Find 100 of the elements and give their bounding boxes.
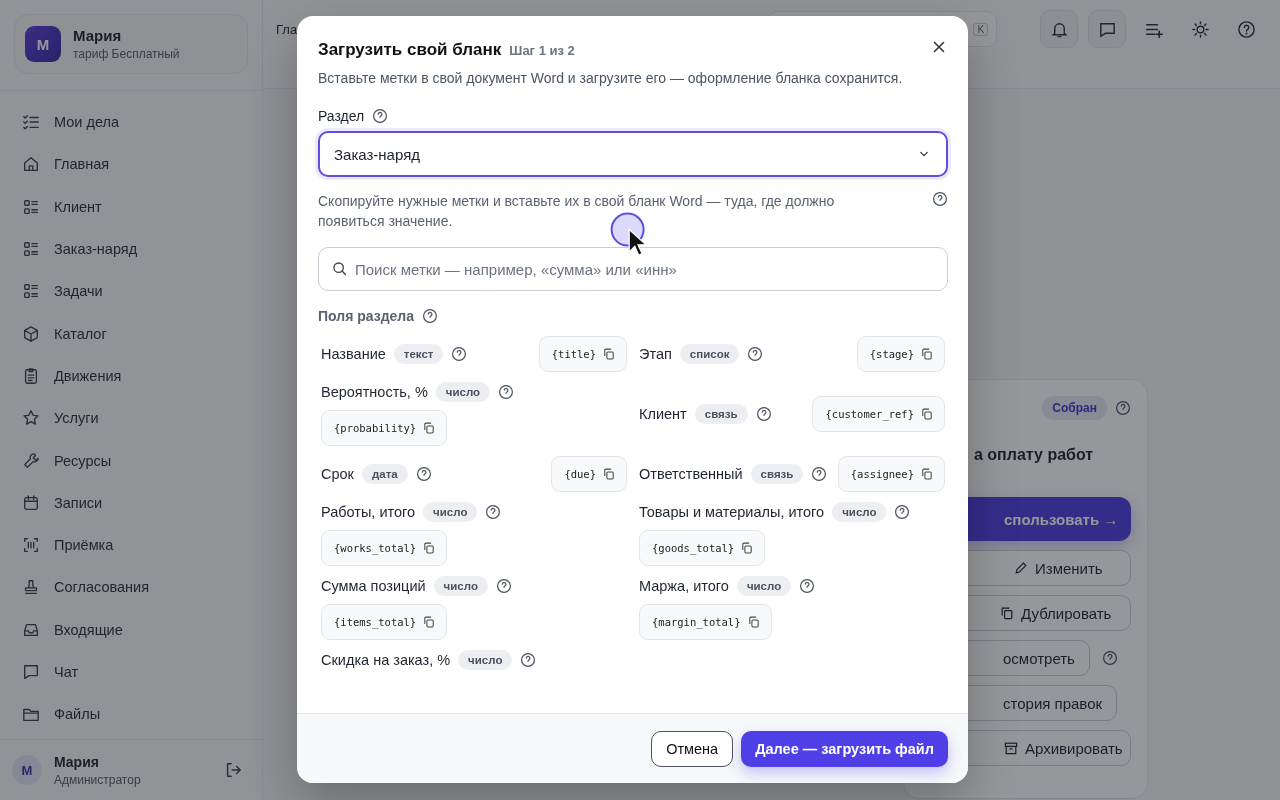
- help-icon[interactable]: [520, 652, 537, 668]
- section-select[interactable]: Заказ-наряд: [318, 131, 948, 177]
- help-icon[interactable]: [415, 466, 432, 482]
- sidebar-item[interactable]: Заказ-наряд: [0, 227, 262, 271]
- sidebar-item[interactable]: Чат: [0, 650, 262, 694]
- field-name: Ответственный: [639, 466, 743, 482]
- copy-icon: [602, 347, 616, 361]
- field-name: Работы, итого: [321, 504, 416, 520]
- breadcrumb[interactable]: Гла: [276, 21, 298, 37]
- copy-icon: [422, 421, 437, 435]
- sidebar-item[interactable]: Движения: [0, 354, 262, 398]
- sidebar-item[interactable]: Записи: [0, 481, 262, 524]
- stamp-icon: [22, 578, 40, 597]
- grid-icon: [22, 282, 40, 301]
- wrench-icon: [22, 451, 40, 470]
- box-icon: [22, 324, 40, 343]
- help-icon[interactable]: [485, 504, 502, 520]
- tag-chip[interactable]: {works_total}: [321, 530, 448, 566]
- tag-chip[interactable]: {customer_ref}: [812, 396, 945, 432]
- type-badge: связь: [750, 464, 804, 484]
- field-name: Скидка на заказ, %: [321, 652, 451, 668]
- hint-text: Скопируйте нужные метки и вставьте их в свой бланк Word — туда, где должно появиться значение.: [318, 192, 836, 231]
- tag-chip[interactable]: {margin_total}: [639, 604, 772, 640]
- sidebar-item[interactable]: Входящие: [0, 608, 262, 651]
- bell-icon[interactable]: [1040, 10, 1078, 48]
- section-heading: Поля раздела: [318, 308, 415, 324]
- chat-icon[interactable]: [1088, 10, 1126, 48]
- pencil-icon: [1013, 560, 1029, 576]
- profile-name: Мария: [73, 27, 123, 44]
- help-icon[interactable]: [451, 346, 468, 362]
- archive-icon: [1003, 740, 1019, 756]
- scan-icon: [22, 536, 40, 555]
- help-icon[interactable]: [498, 384, 515, 400]
- help-icon[interactable]: [799, 578, 816, 594]
- tag-chip[interactable]: {title}: [538, 336, 627, 372]
- search-field[interactable]: Поиск метки — например, «сумма» или «инн»: [318, 247, 948, 291]
- tag-chip[interactable]: {goods_total}: [639, 530, 766, 566]
- type-badge: число: [832, 502, 887, 522]
- sidebar-item[interactable]: Приёмка: [0, 523, 262, 567]
- type-badge: число: [435, 382, 491, 402]
- help-icon[interactable]: [422, 308, 439, 324]
- star-icon: [22, 409, 40, 428]
- tag-chip[interactable]: {due}: [551, 456, 627, 492]
- copy-icon: [422, 541, 437, 555]
- sidebar-item[interactable]: Ресурсы: [0, 439, 262, 482]
- copy-icon: [746, 615, 761, 629]
- home-icon: [22, 155, 40, 174]
- field-name: Товары и материалы, итого: [639, 504, 825, 520]
- copy-icon: [422, 615, 437, 629]
- step-label: Шаг 1 из 2: [509, 43, 575, 58]
- search-icon: [331, 260, 348, 277]
- avatar: М: [25, 26, 61, 62]
- type-badge: дата: [361, 464, 408, 484]
- help-icon[interactable]: [932, 191, 948, 207]
- field-name: Вероятность, %: [321, 384, 428, 400]
- type-badge: текст: [393, 344, 444, 364]
- sidebar-item[interactable]: Клиент: [0, 185, 262, 228]
- next-button[interactable]: Далее — загрузить файл: [741, 730, 948, 767]
- tag-chip[interactable]: {probability}: [321, 410, 448, 446]
- help-icon[interactable]: [1115, 400, 1131, 416]
- tag-chip[interactable]: {stage}: [856, 336, 945, 372]
- sidebar-item[interactable]: Главная: [0, 143, 262, 186]
- type-badge: число: [458, 650, 513, 670]
- sidebar-item[interactable]: Услуги: [0, 397, 262, 440]
- copy-icon: [602, 467, 616, 481]
- sidebar-item[interactable]: Мои дела: [0, 101, 262, 144]
- card-title: а оплату работ: [974, 446, 1094, 464]
- field-name: Маржа, итого: [639, 578, 729, 594]
- tag-chip[interactable]: {items_total}: [321, 604, 448, 640]
- tag-chip[interactable]: {assignee}: [837, 456, 945, 492]
- copy-icon: [920, 347, 934, 361]
- help-icon[interactable]: [495, 578, 512, 594]
- type-badge: связь: [694, 404, 748, 424]
- sidebar-item[interactable]: Задачи: [0, 270, 262, 313]
- type-badge: число: [736, 576, 792, 596]
- copy-icon: [740, 541, 755, 555]
- logout-icon[interactable]: [224, 761, 242, 779]
- field-name: Название: [321, 346, 386, 362]
- avatar: М: [12, 755, 42, 785]
- copy-icon: [920, 467, 934, 481]
- user-name: Мария: [54, 753, 100, 770]
- sidebar-item[interactable]: Файлы: [0, 693, 262, 736]
- cal-icon: [22, 493, 40, 512]
- help-icon[interactable]: [894, 504, 911, 520]
- sidebar-item[interactable]: Каталог: [0, 312, 262, 355]
- user-role: Администратор: [54, 772, 141, 787]
- help-icon[interactable]: [1101, 650, 1118, 666]
- field-name: Сумма позиций: [321, 578, 426, 594]
- help-icon[interactable]: [372, 108, 389, 124]
- cancel-button[interactable]: Отмена: [651, 730, 734, 767]
- profile-card[interactable]: М Мария тариф Бесплатный: [14, 14, 248, 74]
- chat-icon: [22, 663, 40, 681]
- help-icon[interactable]: [747, 346, 764, 362]
- field-name: Клиент: [639, 406, 687, 422]
- help-icon[interactable]: [755, 406, 772, 422]
- type-badge: число: [433, 576, 488, 596]
- copy-icon: [920, 407, 934, 421]
- clip-icon: [22, 366, 40, 385]
- sidebar-item[interactable]: Согласования: [0, 566, 262, 609]
- help-icon[interactable]: [811, 466, 828, 482]
